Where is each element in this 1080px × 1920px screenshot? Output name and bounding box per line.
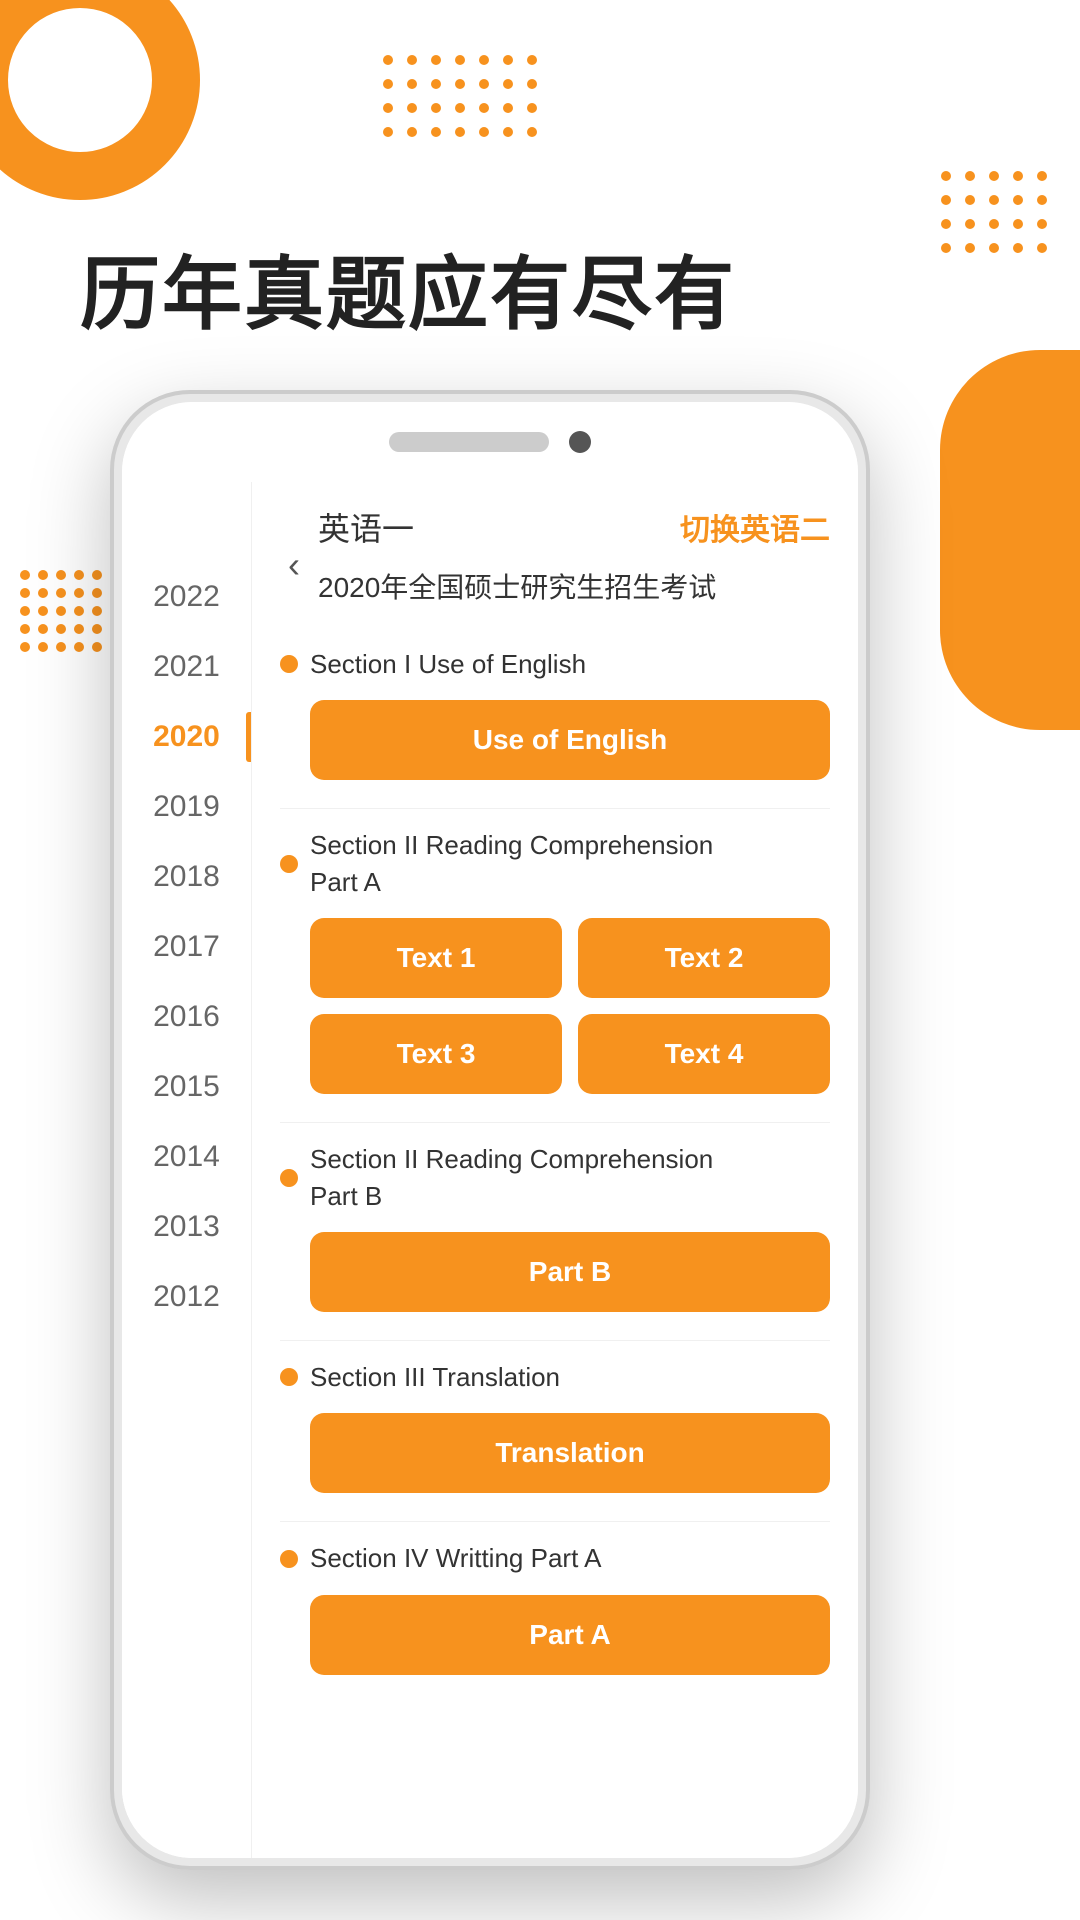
year-2019[interactable]: 2019 (122, 772, 251, 842)
year-2017[interactable]: 2017 (122, 912, 251, 982)
text1-button[interactable]: Text 1 (310, 918, 562, 998)
section-4-buttons: Translation (280, 1413, 830, 1493)
decorative-dots-right (938, 168, 1050, 256)
phone-notch (122, 402, 858, 482)
phone-camera (569, 431, 591, 453)
section-5-buttons: Part A (280, 1595, 830, 1675)
phone-frame: 2022 2021 2020 2019 2018 2017 2016 2015 … (110, 390, 870, 1870)
timeline-dot-2 (280, 855, 298, 873)
phone-speaker (389, 432, 549, 452)
year-2016[interactable]: 2016 (122, 982, 251, 1052)
translation-button[interactable]: Translation (310, 1413, 830, 1493)
section-1-header: Section I Use of English (280, 646, 830, 682)
section-2-header: Section II Reading ComprehensionPart A (280, 827, 830, 900)
text3-button[interactable]: Text 3 (310, 1014, 562, 1094)
decorative-arc-right (940, 350, 1080, 730)
section-5-header: Section IV Writting Part A (280, 1540, 830, 1576)
section-2-label: Section II Reading ComprehensionPart A (310, 827, 713, 900)
section-5-label: Section IV Writting Part A (310, 1540, 601, 1576)
divider-2 (280, 1122, 830, 1123)
phone-inner: 2022 2021 2020 2019 2018 2017 2016 2015 … (122, 402, 858, 1858)
year-sidebar: 2022 2021 2020 2019 2018 2017 2016 2015 … (122, 482, 252, 1858)
section-3-header: Section II Reading ComprehensionPart B (280, 1141, 830, 1214)
part-a-button[interactable]: Part A (310, 1595, 830, 1675)
divider-1 (280, 808, 830, 809)
phone-screen: 2022 2021 2020 2019 2018 2017 2016 2015 … (122, 482, 858, 1858)
timeline-dot-4 (280, 1368, 298, 1386)
phone-mockup: 2022 2021 2020 2019 2018 2017 2016 2015 … (110, 390, 870, 1870)
year-2012[interactable]: 2012 (122, 1262, 251, 1332)
timeline-dot-1 (280, 655, 298, 673)
decorative-circle-top-left (0, 0, 200, 200)
year-2022[interactable]: 2022 (122, 562, 251, 632)
decorative-dots-top-center (380, 52, 540, 140)
year-2015[interactable]: 2015 (122, 1052, 251, 1122)
section-3-label: Section II Reading ComprehensionPart B (310, 1141, 713, 1214)
year-2014[interactable]: 2014 (122, 1122, 251, 1192)
content-area: ‹ 英语一 切换英语二 2020年全国硕士研究生招生考试 Section I (252, 482, 858, 1858)
section-4-header: Section III Translation (280, 1359, 830, 1395)
text2-button[interactable]: Text 2 (578, 918, 830, 998)
section-title: 英语一 (318, 504, 414, 550)
switch-button[interactable]: 切换英语二 (680, 505, 830, 549)
section-4-label: Section III Translation (310, 1359, 560, 1395)
year-2013[interactable]: 2013 (122, 1192, 251, 1262)
divider-4 (280, 1521, 830, 1522)
section-2-buttons: Text 1 Text 2 Text 3 Text 4 (280, 918, 830, 1094)
content-header: ‹ 英语一 切换英语二 2020年全国硕士研究生招生考试 (280, 482, 830, 636)
exam-year-title: 2020年全国硕士研究生招生考试 (318, 558, 830, 626)
back-button[interactable]: ‹ (280, 536, 308, 594)
section-1-buttons: Use of English (280, 700, 830, 780)
part-b-button[interactable]: Part B (310, 1232, 830, 1312)
decorative-dots-left (20, 570, 102, 652)
divider-3 (280, 1340, 830, 1341)
year-2021[interactable]: 2021 (122, 632, 251, 702)
timeline-dot-3 (280, 1169, 298, 1187)
timeline-dot-5 (280, 1550, 298, 1568)
header-title-row: 英语一 切换英语二 (318, 504, 830, 558)
year-2018[interactable]: 2018 (122, 842, 251, 912)
year-2020[interactable]: 2020 (122, 702, 251, 772)
section-1-label: Section I Use of English (310, 646, 586, 682)
section-3-buttons: Part B (280, 1232, 830, 1312)
use-of-english-button[interactable]: Use of English (310, 700, 830, 780)
hero-title: 历年真题应有尽有 (80, 230, 736, 346)
text4-button[interactable]: Text 4 (578, 1014, 830, 1094)
